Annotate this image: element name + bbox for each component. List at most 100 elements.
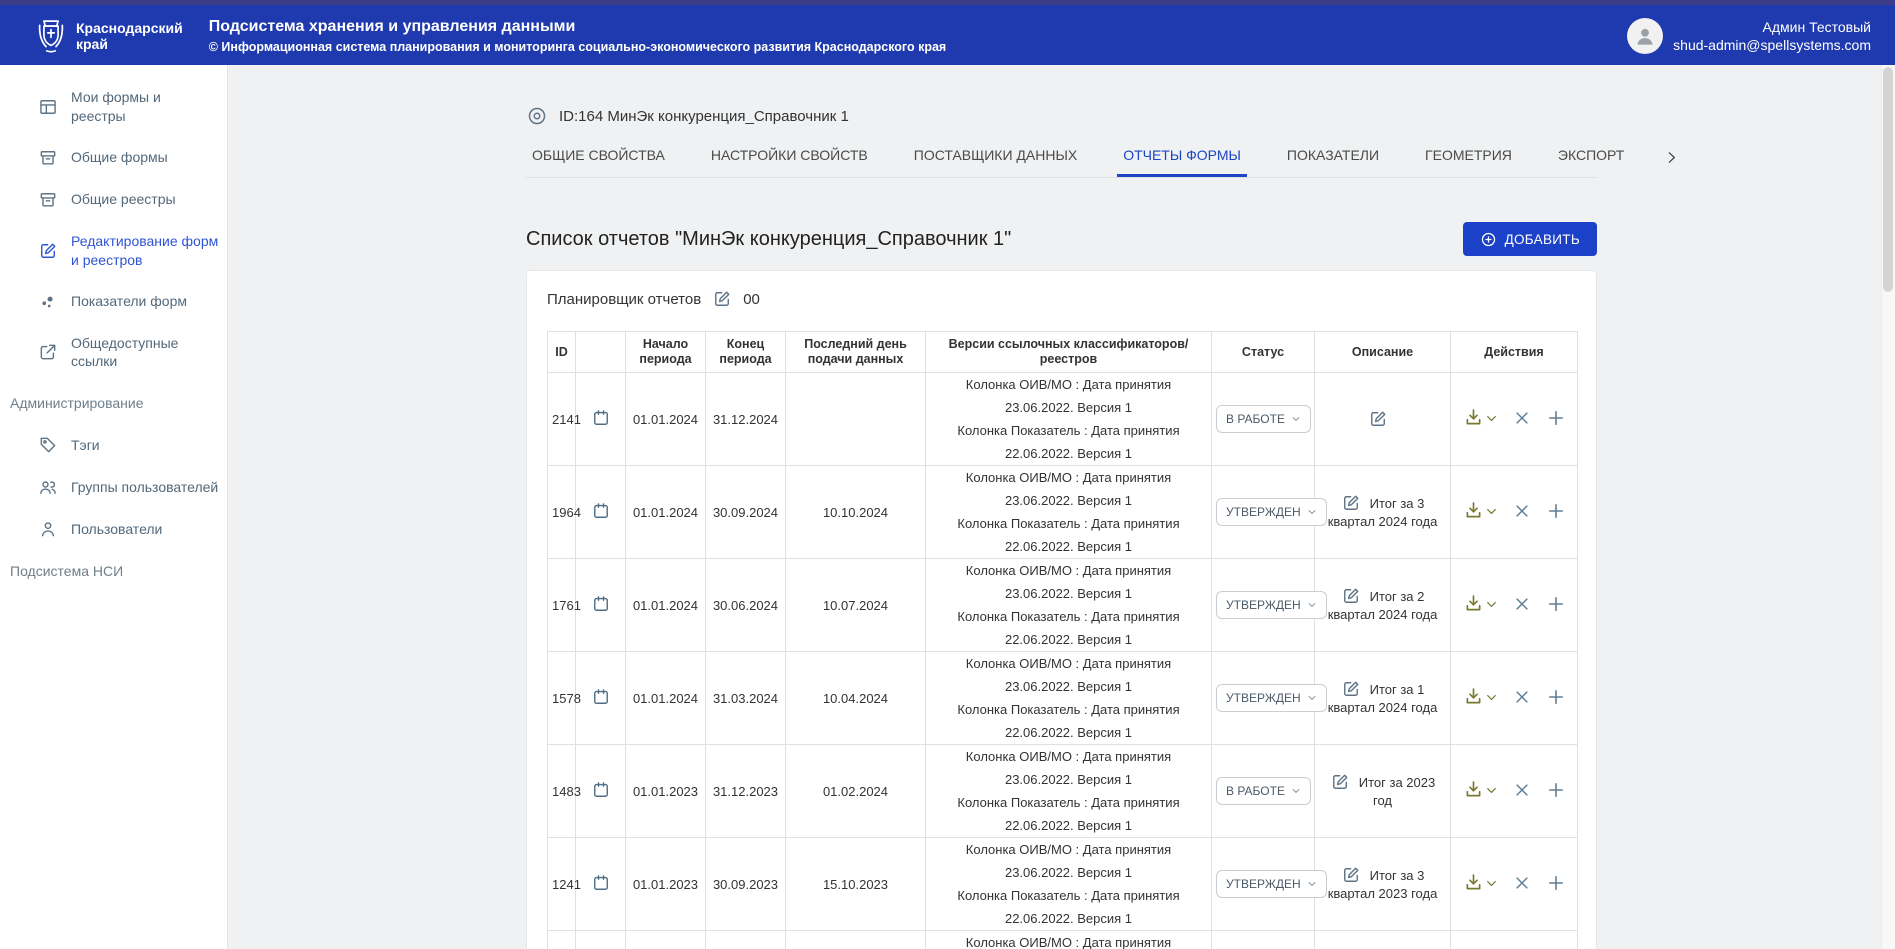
deadline: 10.10.2024: [786, 466, 926, 559]
description-edit-button[interactable]: [1341, 679, 1361, 699]
versions-cell: Колонка ОИВ/МО : Дата принятия 23.06.202…: [926, 373, 1212, 466]
col-id: ID: [548, 332, 576, 373]
app-subtitle: © Информационная система планирования и …: [209, 40, 947, 54]
edit-icon: [712, 289, 732, 309]
download-button[interactable]: [1463, 686, 1498, 707]
add-report-button[interactable]: ДОБАВИТЬ: [1463, 222, 1597, 256]
tab-export[interactable]: ЭКСПОРТ: [1552, 147, 1630, 177]
scheduler-edit-button[interactable]: [712, 289, 732, 309]
delete-button[interactable]: [1513, 781, 1531, 799]
download-icon: [1463, 872, 1484, 893]
versions-cell: Колонка ОИВ/МО : Дата принятия 23.06.202…: [926, 466, 1212, 559]
krasnodar-logo[interactable]: Краснодарский край: [34, 16, 183, 56]
sidebar-item-public-links[interactable]: Общедоступные ссылки: [0, 323, 227, 383]
period-end: 31.03.2024: [706, 652, 786, 745]
col-description: Описание: [1315, 332, 1451, 373]
report-id: 1964: [548, 466, 576, 559]
scheduler-value: 00: [743, 291, 760, 308]
status-dropdown[interactable]: В РАБОТЕ: [1216, 777, 1311, 805]
sidebar-item-shared-registries[interactable]: Общие реестры: [0, 179, 227, 221]
sidebar-item-edit-forms[interactable]: Редактирование форм и реестров: [0, 221, 227, 281]
calendar-icon[interactable]: [591, 501, 611, 521]
description-edit-button[interactable]: [1341, 865, 1361, 885]
description-edit-button[interactable]: [1368, 409, 1388, 429]
table-row: 1964 01.01.2024 30.09.2024 10.10.2024 Ко…: [548, 466, 1578, 559]
deadline: [786, 373, 926, 466]
person-icon: [1632, 23, 1658, 49]
download-button[interactable]: [1463, 500, 1498, 521]
tab-property-settings[interactable]: НАСТРОЙКИ СВОЙСТВ: [705, 147, 874, 177]
chevron-down-icon: [1307, 879, 1317, 889]
tabs-scroll-right[interactable]: [1664, 150, 1679, 177]
add-button[interactable]: [1546, 873, 1566, 893]
download-button[interactable]: [1463, 593, 1498, 614]
description-edit-button[interactable]: [1341, 586, 1361, 606]
tab-bar: ОБЩИЕ СВОЙСТВА НАСТРОЙКИ СВОЙСТВ ПОСТАВЩ…: [526, 147, 1597, 178]
status-dropdown[interactable]: В РАБОТЕ: [1216, 405, 1311, 433]
add-button[interactable]: [1546, 501, 1566, 521]
chevron-right-icon: [1664, 150, 1679, 165]
tab-form-reports[interactable]: ОТЧЕТЫ ФОРМЫ: [1117, 147, 1247, 177]
sidebar-item-shared-forms[interactable]: Общие формы: [0, 137, 227, 179]
status-dropdown[interactable]: УТВЕРЖДЕН: [1216, 498, 1327, 526]
sidebar-item-label: Общедоступные ссылки: [71, 334, 219, 372]
scrollbar-thumb[interactable]: [1883, 67, 1893, 292]
deadline: 01.02.2024: [786, 745, 926, 838]
tab-geometry[interactable]: ГЕОМЕТРИЯ: [1419, 147, 1518, 177]
report-id: [548, 931, 576, 949]
sidebar-item-my-forms[interactable]: Мои формы и реестры: [0, 77, 227, 137]
description-cell: Итог за 1 квартал 2024 года: [1315, 652, 1451, 745]
add-button[interactable]: [1546, 780, 1566, 800]
add-button[interactable]: [1546, 408, 1566, 428]
add-button[interactable]: [1546, 594, 1566, 614]
delete-button[interactable]: [1513, 874, 1531, 892]
scheduler-label: Планировщик отчетов: [547, 291, 701, 308]
table-row: 1761 01.01.2024 30.06.2024 10.07.2024 Ко…: [548, 559, 1578, 652]
table-header-row: ID Начало периода Конец периода Последни…: [548, 332, 1578, 373]
col-actions: Действия: [1451, 332, 1578, 373]
app-title-block: Подсистема хранения и управления данными…: [209, 18, 947, 54]
download-button[interactable]: [1463, 407, 1498, 428]
status-dropdown[interactable]: УТВЕРЖДЕН: [1216, 684, 1327, 712]
sidebar-item-form-indicators[interactable]: Показатели форм: [0, 281, 227, 323]
chevron-down-icon: [1485, 598, 1498, 611]
status-dropdown[interactable]: УТВЕРЖДЕН: [1216, 591, 1327, 619]
calendar-icon[interactable]: [591, 780, 611, 800]
main-area: ID:164 МинЭк конкуренция_Справочник 1 ОБ…: [228, 65, 1895, 949]
period-end: 31.12.2023: [706, 745, 786, 838]
sidebar-item-tags[interactable]: Тэги: [0, 424, 227, 466]
my-forms-icon: [38, 97, 58, 117]
tab-general-properties[interactable]: ОБЩИЕ СВОЙСТВА: [526, 147, 671, 177]
download-button[interactable]: [1463, 872, 1498, 893]
tab-data-providers[interactable]: ПОСТАВЩИКИ ДАННЫХ: [908, 147, 1083, 177]
download-icon: [1463, 407, 1484, 428]
delete-button[interactable]: [1513, 688, 1531, 706]
calendar-icon[interactable]: [591, 687, 611, 707]
calendar-icon[interactable]: [591, 408, 611, 428]
delete-button[interactable]: [1513, 409, 1531, 427]
sidebar-item-user-groups[interactable]: Группы пользователей: [0, 466, 227, 508]
vertical-scrollbar[interactable]: [1881, 65, 1895, 949]
download-icon: [1463, 779, 1484, 800]
add-button[interactable]: [1546, 687, 1566, 707]
calendar-icon[interactable]: [591, 594, 611, 614]
calendar-icon[interactable]: [591, 873, 611, 893]
download-button[interactable]: [1463, 779, 1498, 800]
entity-header: ID:164 МинЭк конкуренция_Справочник 1: [526, 105, 1597, 127]
sidebar-item-users[interactable]: Пользователи: [0, 508, 227, 550]
status-dropdown[interactable]: УТВЕРЖДЕН: [1216, 870, 1327, 898]
tab-indicators[interactable]: ПОКАЗАТЕЛИ: [1281, 147, 1385, 177]
description-cell: [1315, 373, 1451, 466]
deadline: [786, 931, 926, 949]
description-edit-button[interactable]: [1341, 493, 1361, 513]
chevron-down-icon: [1485, 412, 1498, 425]
delete-button[interactable]: [1513, 502, 1531, 520]
description-edit-button[interactable]: [1330, 772, 1350, 792]
description-cell: Итог за 2 квартал 2024 года: [1315, 559, 1451, 652]
versions-cell: Колонка ОИВ/МО : Дата принятия 23.06.202…: [926, 745, 1212, 838]
delete-button[interactable]: [1513, 595, 1531, 613]
period-end: 30.09.2023: [706, 838, 786, 931]
period-start: 01.01.2024: [626, 373, 706, 466]
user-menu[interactable]: Админ Тестовый shud-admin@spellsystems.c…: [1627, 18, 1871, 54]
edit-forms-icon: [38, 241, 58, 261]
